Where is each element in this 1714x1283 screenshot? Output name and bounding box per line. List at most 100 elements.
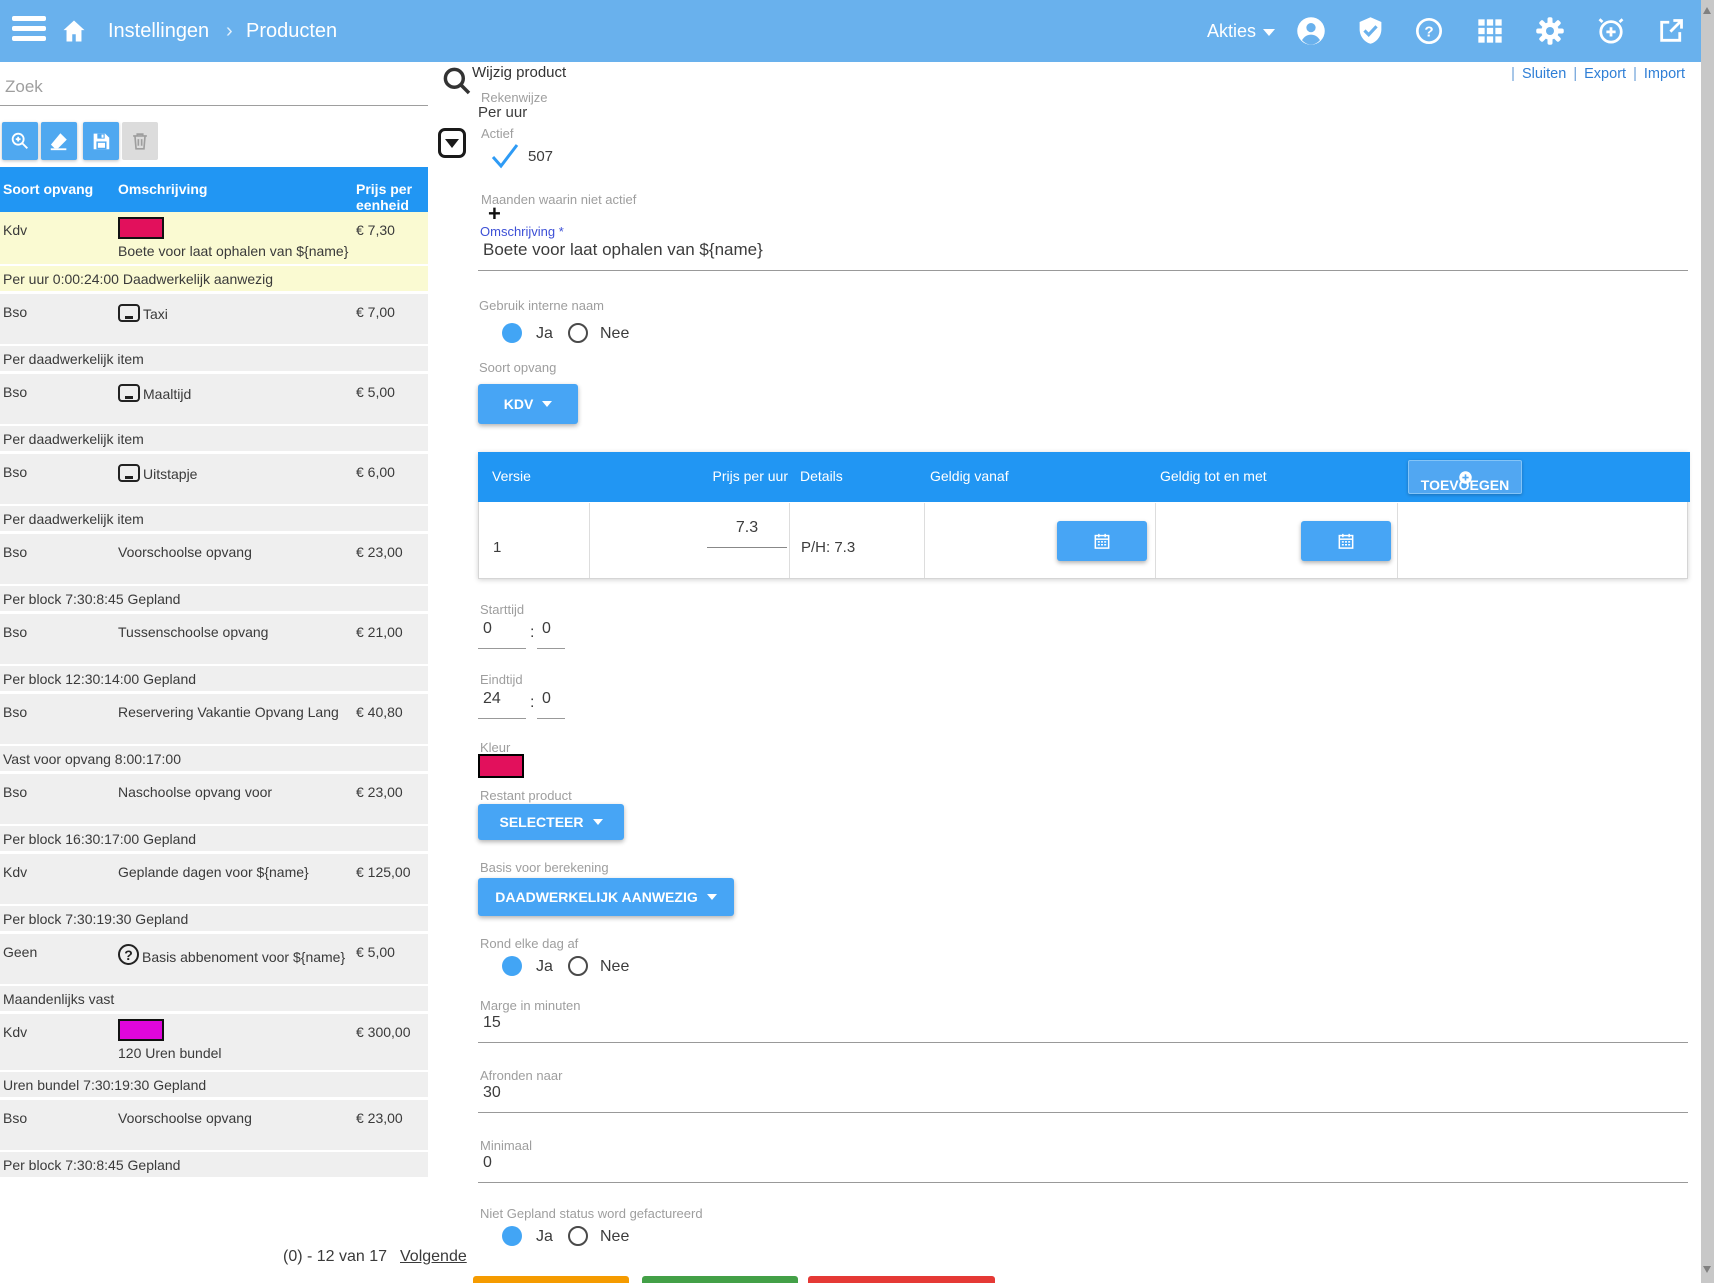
breadcrumb-separator: ›: [226, 0, 233, 62]
import-link[interactable]: Import: [1644, 66, 1685, 82]
export-link[interactable]: Export: [1584, 66, 1626, 82]
card-icon: [118, 464, 140, 482]
table-row[interactable]: Bso Reservering Vakantie Opvang Lang € 4…: [0, 694, 428, 771]
open-external-icon[interactable]: [1657, 17, 1685, 50]
minimaal-input[interactable]: [478, 1154, 1688, 1183]
card-icon: [118, 384, 140, 402]
table-row[interactable]: Bso Naschoolse opvang voor € 23,00 Per b…: [0, 774, 428, 851]
chevron-down-icon: [707, 894, 717, 900]
kleur-swatch[interactable]: [478, 754, 524, 778]
restant-product-dropdown[interactable]: SELECTEER: [478, 804, 624, 840]
interne-naam-radio-ja[interactable]: [502, 323, 522, 343]
row-detail: Per block 12:30:14:00 Gepland: [0, 666, 428, 691]
soort-opvang-dropdown[interactable]: KDV: [478, 384, 578, 424]
prijs-per-uur-input[interactable]: [707, 519, 787, 548]
rond-af-radio-ja[interactable]: [502, 956, 522, 976]
add-month-icon[interactable]: +: [488, 203, 501, 225]
geldig-vanaf-date-button[interactable]: [1057, 521, 1147, 561]
row-detail: Maandenlijks vast: [0, 986, 428, 1011]
collapse-panel-icon[interactable]: [438, 128, 466, 158]
afronden-input[interactable]: [478, 1084, 1688, 1113]
radio-label-nee[interactable]: Nee: [600, 1228, 629, 1246]
starttijd-hour-input[interactable]: [478, 620, 526, 649]
help-circle-icon: [118, 944, 139, 965]
clear-button[interactable]: [41, 122, 77, 160]
time-separator: :: [530, 694, 534, 712]
col-details: Details: [800, 468, 843, 484]
row-detail: Per block 7:30:8:45 Gepland: [0, 586, 428, 611]
apps-grid-icon[interactable]: [1476, 17, 1504, 50]
sluiten-link[interactable]: Sluiten: [1522, 66, 1566, 82]
radio-label-ja[interactable]: Ja: [536, 958, 553, 976]
zoom-search-button[interactable]: [2, 122, 38, 160]
toevoegen-button[interactable]: TOEVOEGEN: [1408, 460, 1522, 494]
eindtijd-minute-input[interactable]: [537, 690, 565, 719]
radio-label-ja[interactable]: Ja: [536, 325, 553, 343]
action-button-orange[interactable]: [473, 1276, 629, 1283]
col-soort-opvang: Soort opvang: [3, 181, 93, 197]
table-row[interactable]: Bso Taxi € 7,00 Per daadwerkelijk item: [0, 294, 428, 371]
table-row[interactable]: Bso Maaltijd € 5,00 Per daadwerkelijk it…: [0, 374, 428, 451]
niet-gepland-radio-nee[interactable]: [568, 1226, 588, 1246]
table-row[interactable]: Bso Tussenschoolse opvang € 21,00 Per bl…: [0, 614, 428, 691]
chevron-down-icon: [542, 401, 552, 407]
action-button-red[interactable]: [808, 1276, 995, 1283]
table-row[interactable]: Bso Voorschoolse opvang € 23,00 Per bloc…: [0, 534, 428, 611]
help-icon[interactable]: ?: [1415, 17, 1443, 50]
omschrijving-input[interactable]: [478, 240, 1688, 271]
account-icon[interactable]: [1296, 16, 1326, 51]
basis-berekening-label: Basis voor berekening: [480, 860, 609, 875]
table-row[interactable]: Kdv Geplande dagen voor ${name} € 125,00…: [0, 854, 428, 931]
row-detail: Per daadwerkelijk item: [0, 346, 428, 371]
home-icon[interactable]: [60, 17, 88, 50]
row-detail: Per daadwerkelijk item: [0, 506, 428, 531]
radio-label-ja[interactable]: Ja: [536, 1228, 553, 1246]
menu-icon[interactable]: [12, 16, 46, 46]
rond-af-radio-nee[interactable]: [568, 956, 588, 976]
eindtijd-hour-input[interactable]: [478, 690, 526, 719]
col-omschrijving: Omschrijving: [118, 181, 207, 197]
table-row[interactable]: Kdv Boete voor laat ophalen van ${name} …: [0, 212, 428, 291]
actief-value: 507: [528, 148, 553, 165]
table-row[interactable]: Kdv 120 Uren bundel € 300,00 Uren bundel…: [0, 1014, 428, 1097]
actief-checkmark-icon[interactable]: [490, 143, 520, 174]
maanden-niet-actief-label: Maanden waarin niet actief: [481, 192, 636, 207]
col-versie: Versie: [492, 468, 531, 484]
timer-add-icon[interactable]: [1596, 15, 1626, 50]
radio-label-nee[interactable]: Nee: [600, 325, 629, 343]
svg-text:?: ?: [1424, 23, 1433, 40]
niet-gepland-radio-ja[interactable]: [502, 1226, 522, 1246]
action-button-green[interactable]: [642, 1276, 798, 1283]
chevron-down-icon: [1263, 29, 1275, 36]
table-row[interactable]: Bso Uitstapje € 6,00 Per daadwerkelijk i…: [0, 454, 428, 531]
settings-gear-icon[interactable]: [1535, 16, 1565, 51]
starttijd-minute-input[interactable]: [537, 620, 565, 649]
breadcrumb-producten[interactable]: Producten: [246, 0, 337, 62]
scroll-up-icon[interactable]: [1703, 7, 1711, 14]
afronden-label: Afronden naar: [480, 1068, 562, 1083]
scrollbar[interactable]: [1701, 0, 1714, 1283]
table-row[interactable]: Geen Basis abbenoment voor ${name} € 5,0…: [0, 934, 428, 1011]
pagination-next-link[interactable]: Volgende: [400, 1248, 467, 1266]
versions-table-header: Versie Prijs per uur Details Geldig vana…: [478, 452, 1690, 502]
search-input[interactable]: [0, 68, 428, 106]
akties-dropdown[interactable]: Akties: [1207, 0, 1275, 62]
product-table: Kdv Boete voor laat ophalen van ${name} …: [0, 212, 428, 1180]
geldig-tot-date-button[interactable]: [1301, 521, 1391, 561]
breadcrumb-instellingen[interactable]: Instellingen: [108, 0, 209, 62]
radio-label-nee[interactable]: Nee: [600, 958, 629, 976]
shield-check-icon[interactable]: [1356, 16, 1385, 50]
actief-label: Actief: [481, 126, 514, 141]
table-row[interactable]: Bso Voorschoolse opvang € 23,00 Per bloc…: [0, 1100, 428, 1177]
starttijd-label: Starttijd: [480, 602, 524, 617]
basis-berekening-dropdown[interactable]: DAADWERKELIJK AANWEZIG: [478, 878, 734, 916]
delete-button[interactable]: [122, 122, 158, 160]
form-header-links: | Sluiten | Export | Import: [1511, 66, 1688, 82]
version-details: P/H: 7.3: [801, 539, 855, 556]
marge-input[interactable]: [478, 1014, 1688, 1043]
interne-naam-radio-nee[interactable]: [568, 323, 588, 343]
scroll-down-icon[interactable]: [1703, 1266, 1711, 1273]
interne-naam-label: Gebruik interne naam: [479, 298, 604, 313]
search-icon[interactable]: [441, 64, 473, 103]
save-button[interactable]: [83, 122, 119, 160]
